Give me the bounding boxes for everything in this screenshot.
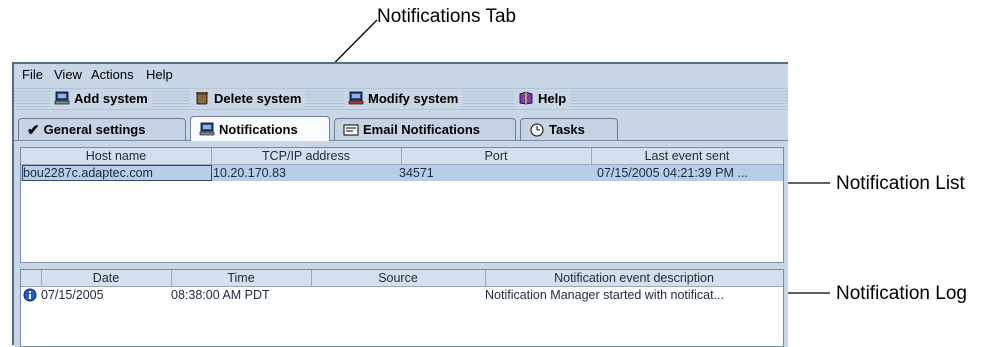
menu-bar: File View Actions Help bbox=[14, 66, 788, 84]
envelope-icon bbox=[343, 124, 359, 135]
modify-system-label: Modify system bbox=[368, 90, 459, 106]
delete-system-button[interactable]: Delete system bbox=[190, 89, 306, 107]
callout-notifications-tab: Notifications Tab bbox=[377, 6, 517, 27]
cell-last-event: 07/15/2005 04:21:39 PM ... bbox=[597, 166, 748, 180]
callout-notification-log: Notification Log bbox=[836, 283, 967, 304]
notifications-panel: Host name TCP/IP address Port Last event… bbox=[14, 141, 788, 347]
notification-list-header: Host name TCP/IP address Port Last event… bbox=[21, 148, 783, 165]
add-system-label: Add system bbox=[74, 90, 148, 106]
toolbar: Add system Delete system Modify system H… bbox=[14, 86, 788, 110]
tab-label: Notifications bbox=[219, 121, 298, 137]
info-icon bbox=[23, 288, 37, 302]
tab-notifications[interactable]: Notifications bbox=[190, 116, 330, 141]
delete-system-label: Delete system bbox=[214, 90, 302, 106]
column-last-event-sent[interactable]: Last event sent bbox=[591, 149, 783, 163]
callout-notification-list: Notification List bbox=[836, 173, 965, 194]
tab-email-notifications[interactable]: Email Notifications bbox=[334, 118, 516, 140]
column-port[interactable]: Port bbox=[401, 149, 591, 163]
app-window: File View Actions Help Add system Delete… bbox=[12, 62, 788, 347]
cell-host: bou2287c.adaptec.com bbox=[22, 165, 212, 181]
menu-actions[interactable]: Actions bbox=[91, 67, 134, 82]
computer-edit-icon bbox=[348, 91, 364, 105]
menu-view[interactable]: View bbox=[54, 67, 82, 82]
add-system-button[interactable]: Add system bbox=[50, 89, 152, 107]
column-source[interactable]: Source bbox=[311, 271, 485, 285]
tab-general-settings[interactable]: ✔ General settings bbox=[18, 118, 186, 140]
tab-label: Email Notifications bbox=[363, 122, 481, 137]
column-ip-address[interactable]: TCP/IP address bbox=[211, 149, 401, 163]
cell-time: 08:38:00 AM PDT bbox=[171, 288, 270, 302]
cell-date: 07/15/2005 bbox=[41, 288, 104, 302]
notification-log-header: Date Time Source Notification event desc… bbox=[21, 270, 783, 287]
cell-ip: 10.20.170.83 bbox=[213, 166, 286, 180]
tab-bar: ✔ General settings Notifications Email N… bbox=[14, 116, 788, 141]
column-host-name[interactable]: Host name bbox=[21, 149, 211, 163]
notification-list[interactable]: Host name TCP/IP address Port Last event… bbox=[20, 147, 784, 263]
table-row[interactable]: bou2287c.adaptec.com 10.20.170.83 34571 … bbox=[21, 165, 783, 181]
tab-label: Tasks bbox=[549, 122, 585, 137]
column-time[interactable]: Time bbox=[171, 271, 311, 285]
notification-log[interactable]: Date Time Source Notification event desc… bbox=[20, 269, 784, 347]
cell-port: 34571 bbox=[399, 166, 434, 180]
modify-system-button[interactable]: Modify system bbox=[344, 89, 463, 107]
computer-icon bbox=[54, 91, 70, 105]
column-description[interactable]: Notification event description bbox=[485, 271, 783, 285]
computer-icon bbox=[199, 122, 215, 136]
tab-label: General settings bbox=[43, 122, 146, 137]
help-book-icon bbox=[519, 91, 533, 105]
menu-help[interactable]: Help bbox=[146, 67, 173, 82]
trash-icon bbox=[196, 92, 208, 105]
help-label: Help bbox=[538, 90, 567, 106]
cell-description: Notification Manager started with notifi… bbox=[485, 288, 725, 302]
table-row[interactable]: 07/15/2005 08:38:00 AM PDT Notification … bbox=[21, 287, 783, 303]
checkmark-icon: ✔ bbox=[27, 121, 40, 139]
help-button[interactable]: Help bbox=[514, 89, 571, 107]
tab-tasks[interactable]: Tasks bbox=[520, 118, 618, 140]
column-date[interactable]: Date bbox=[41, 271, 171, 285]
menu-file[interactable]: File bbox=[22, 67, 43, 82]
clock-icon bbox=[530, 123, 544, 136]
